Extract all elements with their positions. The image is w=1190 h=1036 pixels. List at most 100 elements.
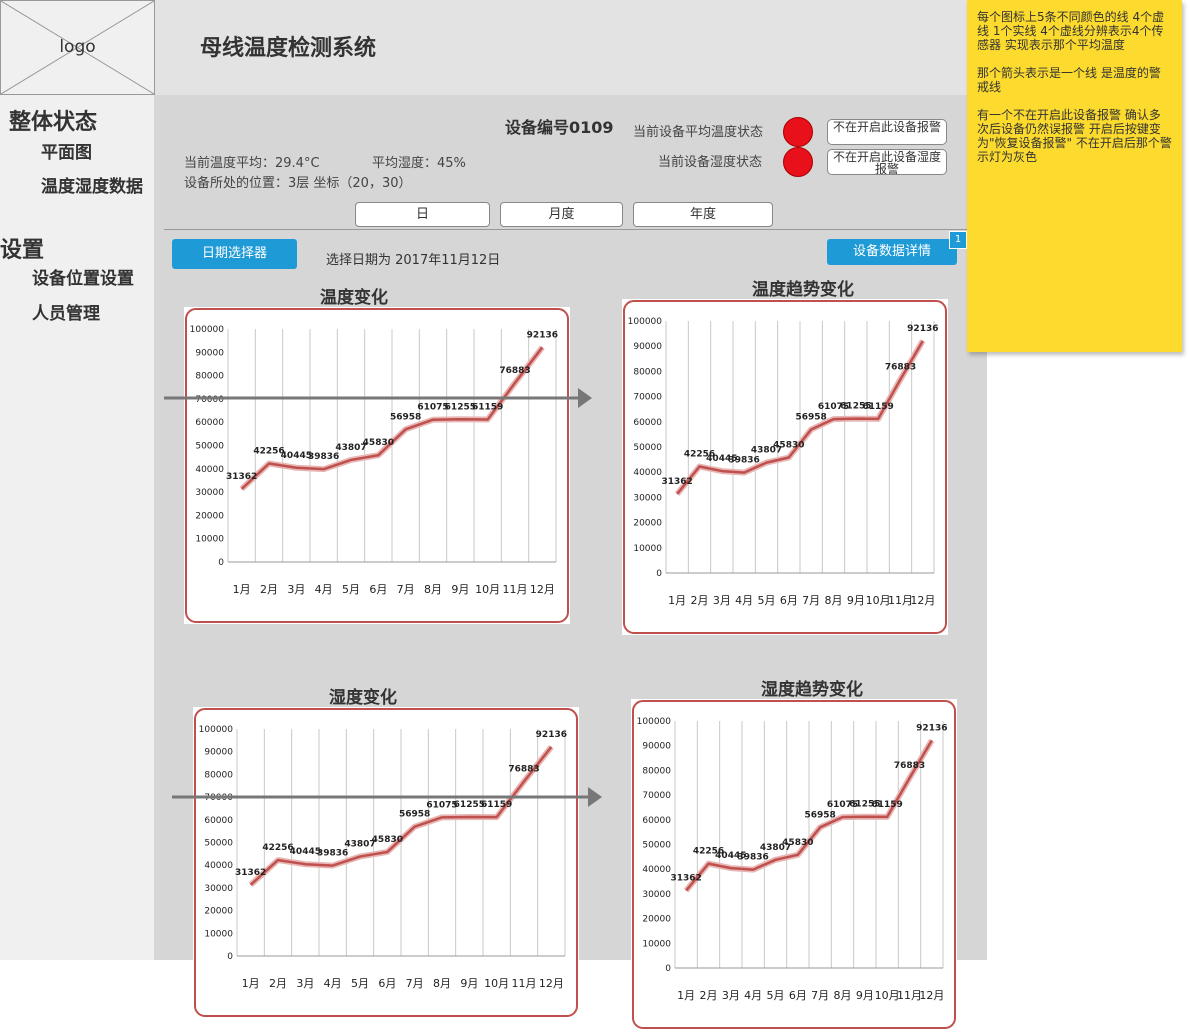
sidebar-item-personnel[interactable]: 人员管理 (32, 299, 100, 324)
chart-frame (185, 308, 569, 623)
app-title: 母线温度检测系统 (200, 36, 377, 61)
x-tick-label: 10月 (484, 977, 509, 990)
x-tick-label: 10月 (866, 594, 891, 607)
y-tick-label: 100000 (190, 325, 225, 335)
sidebar (0, 95, 154, 960)
chart-humidity-change: 0100002000030000400005000060000700008000… (193, 707, 579, 1018)
y-tick-label: 0 (227, 952, 233, 962)
y-tick-label: 40000 (633, 468, 662, 478)
x-tick-label: 10月 (475, 583, 500, 596)
annotation-sticky-note: 每个图标上5条不同颜色的线 4个虚线 1个实线 4个虚线分辨表示4个传感器 实现… (967, 0, 1182, 352)
sidebar-item-device-location[interactable]: 设备位置设置 (32, 264, 134, 289)
y-tick-label: 50000 (642, 841, 671, 851)
tab-month[interactable]: 月度 (500, 202, 623, 227)
data-label: 45830 (363, 438, 394, 448)
y-tick-label: 80000 (633, 367, 662, 377)
data-label: 39836 (317, 849, 348, 859)
data-label: 31362 (662, 477, 693, 487)
data-label: 39836 (308, 452, 339, 462)
y-tick-label: 10000 (642, 939, 671, 949)
x-tick-label: 8月 (825, 594, 843, 607)
x-tick-label: 6月 (369, 583, 387, 596)
x-tick-label: 9月 (451, 583, 469, 596)
sidebar-item-floor-plan[interactable]: 平面图 (41, 138, 92, 163)
y-tick-label: 60000 (204, 816, 233, 826)
y-tick-label: 90000 (195, 348, 224, 358)
x-tick-label: 11月 (897, 989, 922, 1002)
temp-status-lamp (783, 117, 813, 147)
y-tick-label: 100000 (637, 717, 672, 727)
x-tick-label: 3月 (287, 583, 305, 596)
x-tick-label: 8月 (433, 977, 451, 990)
temp-alarm-disable-button[interactable]: 不在开启此设备报警 (827, 119, 947, 145)
y-tick-label: 30000 (633, 493, 662, 503)
x-tick-label: 7月 (802, 594, 820, 607)
tab-year[interactable]: 年度 (633, 202, 773, 227)
y-tick-label: 30000 (195, 488, 224, 498)
y-tick-label: 40000 (642, 865, 671, 875)
data-label: 56958 (796, 412, 827, 422)
x-tick-label: 8月 (424, 583, 442, 596)
y-tick-label: 0 (656, 569, 662, 579)
x-tick-label: 9月 (847, 594, 865, 607)
tab-divider (164, 229, 986, 230)
x-tick-label: 3月 (296, 977, 314, 990)
chart-humidity-change-svg: 0100002000030000400005000060000700008000… (194, 708, 578, 1017)
x-tick-label: 7月 (397, 583, 415, 596)
x-tick-label: 2月 (691, 594, 709, 607)
y-tick-label: 70000 (633, 393, 662, 403)
data-label: 76883 (499, 366, 530, 376)
data-label: 56958 (805, 810, 836, 820)
data-label: 92136 (916, 723, 947, 733)
data-label: 31362 (226, 472, 257, 482)
y-tick-label: 90000 (204, 748, 233, 758)
data-label: 31362 (235, 868, 266, 878)
humidity-alarm-disable-button[interactable]: 不在开启此设备湿度报警 (827, 149, 947, 175)
sidebar-section-overall-status[interactable]: 整体状态 (9, 104, 97, 136)
x-tick-label: 4月 (315, 583, 333, 596)
chart-frame (632, 700, 956, 1029)
y-tick-label: 50000 (204, 839, 233, 849)
x-tick-label: 6月 (789, 989, 807, 1002)
y-tick-label: 80000 (204, 770, 233, 780)
logo-placeholder: logo (0, 0, 155, 95)
y-tick-label: 20000 (204, 907, 233, 917)
x-tick-label: 6月 (780, 594, 798, 607)
location-text: 设备所处的位置：3层 坐标（20，30） (184, 176, 412, 191)
device-details-button[interactable]: 设备数据详情 (827, 239, 957, 265)
x-tick-label: 9月 (856, 989, 874, 1002)
sticky-note-text-1: 每个图标上5条不同颜色的线 4个虚线 1个实线 4个虚线分辨表示4个传感器 实现… (977, 10, 1165, 52)
chart-title-temp-trend: 温度趋势变化 (752, 280, 854, 300)
y-tick-label: 20000 (195, 511, 224, 521)
sidebar-item-temp-humidity-data[interactable]: 温度湿度数据 (41, 172, 143, 197)
x-tick-label: 2月 (269, 977, 287, 990)
x-tick-label: 8月 (834, 989, 852, 1002)
data-label: 92136 (527, 330, 558, 340)
x-tick-label: 1月 (242, 977, 260, 990)
y-tick-label: 30000 (204, 884, 233, 894)
y-tick-label: 50000 (633, 443, 662, 453)
sidebar-section-settings[interactable]: 设置 (0, 232, 44, 264)
chart-temp-trend-svg: 0 10000 20000 30000 40000 50000 60000 70000 8000… (623, 300, 947, 634)
tab-day[interactable]: 日 (355, 202, 490, 227)
y-tick-label: 90000 (642, 742, 671, 752)
x-tick-label: 2月 (700, 989, 718, 1002)
data-label: 76883 (508, 764, 539, 774)
x-tick-label: 7月 (811, 989, 829, 1002)
data-label: 92136 (907, 324, 938, 334)
x-tick-label: 4月 (735, 594, 753, 607)
avg-temp-text: 当前温度平均：29.4°C (184, 156, 320, 171)
data-label: 76883 (894, 761, 925, 771)
x-tick-label: 4月 (324, 977, 342, 990)
data-label: 61159 (863, 402, 894, 412)
y-tick-label: 10000 (204, 929, 233, 939)
date-picker-button[interactable]: 日期选择器 (172, 239, 297, 269)
data-label: 39836 (729, 456, 760, 466)
y-tick-label: 60000 (642, 816, 671, 826)
x-tick-label: 5月 (351, 977, 369, 990)
chart-temp-change: 0 10000 20000 30000 40000 50000 60000 70000 8000… (184, 307, 570, 624)
x-tick-label: 5月 (758, 594, 776, 607)
x-tick-label: 12月 (910, 594, 935, 607)
x-tick-label: 7月 (406, 977, 424, 990)
x-tick-label: 9月 (460, 977, 478, 990)
